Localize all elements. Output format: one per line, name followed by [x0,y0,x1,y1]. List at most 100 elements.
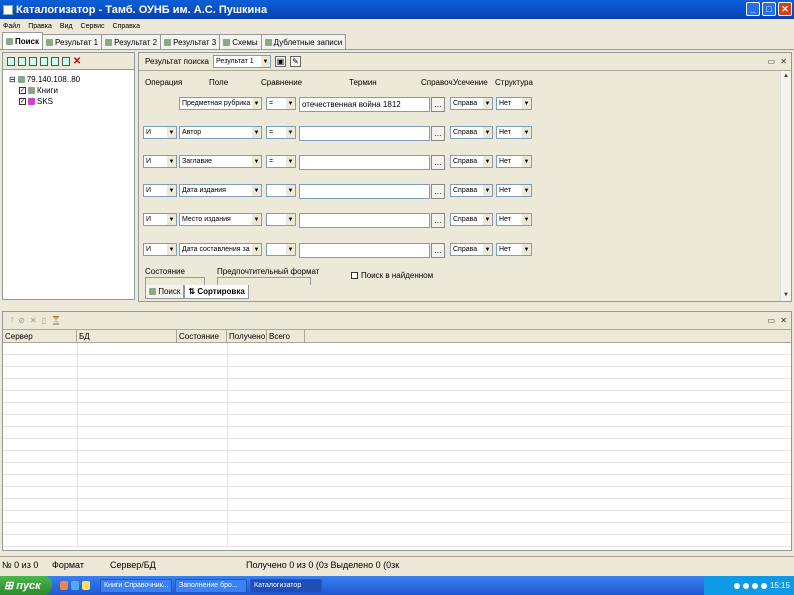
structure-select[interactable]: Нет ▼ [496,213,532,226]
compare-select[interactable]: = ▼ [266,97,296,110]
tray-icon[interactable] [742,582,749,589]
term-input[interactable] [299,155,430,170]
taskbar-item[interactable]: Книги Справочник... [100,578,172,593]
menu-edit[interactable]: Правка [28,23,52,30]
search-in-found-checkbox[interactable]: Поиск в найденном [351,271,433,280]
taskbar-item-active[interactable]: Каталогизатор [250,578,322,593]
taskbar-item[interactable]: Заполнение бро... [175,578,247,593]
tree-item-sks[interactable]: ✓ SKS [9,96,134,107]
folder-icon[interactable] [82,581,90,590]
tab-duplicates[interactable]: Дублетные записи [260,34,347,49]
checkbox[interactable]: ✓ [19,87,26,94]
operation-select[interactable]: И ▼ [143,155,177,168]
column-header-received[interactable]: Получено [227,330,267,342]
structure-select[interactable]: Нет ▼ [496,243,532,256]
book-icon[interactable] [40,56,48,66]
field-select[interactable]: Предметная рубрика ▼ [179,97,262,110]
delete-icon[interactable]: ✕ [73,56,81,67]
info-icon[interactable]: ! [11,316,13,325]
field-select[interactable]: Дата составления за ▼ [179,243,262,256]
state-select[interactable] [145,277,205,285]
operation-select[interactable]: И ▼ [143,126,177,139]
scroll-down-icon[interactable]: ▼ [781,290,791,301]
close-button[interactable]: ✕ [778,2,792,16]
tab-schemes[interactable]: Схемы [219,34,262,49]
connect-icon[interactable] [7,56,15,66]
copy-icon[interactable]: ▯ [42,316,46,325]
tray-icon[interactable] [733,582,740,589]
server-icon[interactable] [18,56,26,66]
search-run-icon[interactable]: ▣ [274,56,286,67]
column-header-total[interactable]: Всего [267,330,305,342]
restore-icon[interactable]: ▭ [767,316,775,325]
truncation-select[interactable]: Справа ▼ [450,97,493,110]
truncation-select[interactable]: Справа ▼ [450,243,493,256]
operation-select[interactable]: И ▼ [143,184,177,197]
column-header-server[interactable]: Сервер [3,330,77,342]
cancel-icon[interactable]: ✕ [30,316,37,325]
truncation-select[interactable]: Справа ▼ [450,213,493,226]
tree-item-books[interactable]: ✓ Книги [9,85,134,96]
start-button[interactable]: ⊞ пуск [0,576,52,595]
tray-icon[interactable] [751,582,758,589]
truncation-select[interactable]: Справа ▼ [450,184,493,197]
compare-select[interactable]: = ▼ [266,126,296,139]
structure-select[interactable]: Нет ▼ [496,184,532,197]
menu-view[interactable]: Вид [60,23,73,30]
truncation-select[interactable]: Справа ▼ [450,126,493,139]
menu-file[interactable]: Файл [3,23,20,30]
structure-select[interactable]: Нет ▼ [496,97,532,110]
tab-sort[interactable]: ⇅ Сортировка [184,285,249,299]
tray-icon[interactable] [760,582,767,589]
compare-select[interactable]: ▼ [266,213,296,226]
field-select[interactable]: Автор ▼ [179,126,262,139]
term-input[interactable] [299,184,430,199]
compare-select[interactable]: = ▼ [266,155,296,168]
add-database-icon[interactable] [51,56,59,66]
field-select[interactable]: Заглавие ▼ [179,155,262,168]
tab-result-3[interactable]: Результат 3 [160,34,221,49]
minimize-button[interactable]: _ [746,2,760,16]
checkbox[interactable]: ✓ [19,98,26,105]
format-select[interactable] [217,277,311,285]
term-input[interactable] [299,243,430,258]
explorer-icon[interactable] [71,581,79,590]
database-icon[interactable] [29,56,37,66]
reference-button[interactable]: … [431,155,445,170]
stop-icon[interactable]: ⊘ [18,316,25,325]
structure-select[interactable]: Нет ▼ [496,155,532,168]
structure-select[interactable]: Нет ▼ [496,126,532,139]
operation-select[interactable]: И ▼ [143,213,177,226]
tree-server-node[interactable]: ⊟ 79.140.108..80 [9,74,134,85]
operation-select[interactable]: И ▼ [143,243,177,256]
reference-button[interactable]: … [431,243,445,258]
reference-button[interactable]: … [431,213,445,228]
column-header-state[interactable]: Состояние [177,330,227,342]
browser-icon[interactable] [60,581,68,590]
term-input[interactable] [299,126,430,141]
compare-select[interactable]: ▼ [266,184,296,197]
result-select[interactable]: Результат 1 ▼ [212,55,271,68]
clear-icon[interactable]: ✎ [289,56,301,67]
reference-button[interactable]: … [431,126,445,141]
column-header-db[interactable]: БД [77,330,177,342]
tab-result-2[interactable]: Результат 2 [101,34,162,49]
scroll-up-icon[interactable]: ▲ [781,71,791,82]
term-input[interactable]: отечественная война 1812 [299,97,430,112]
tab-search-bottom[interactable]: Поиск [145,285,185,299]
tab-search[interactable]: Поиск [2,32,44,49]
properties-icon[interactable] [62,56,70,66]
menu-service[interactable]: Сервис [81,23,105,30]
maximize-button[interactable]: □ [762,2,776,16]
close-panel-icon[interactable]: ✕ [780,57,787,66]
field-select[interactable]: Дата издания ▼ [179,184,262,197]
vertical-scrollbar[interactable]: ▲ ▼ [780,71,791,301]
collapse-icon[interactable]: ⊟ [9,75,16,84]
tab-result-1[interactable]: Результат 1 [42,34,103,49]
restore-icon[interactable]: ▭ [767,57,775,66]
truncation-select[interactable]: Справа ▼ [450,155,493,168]
reference-button[interactable]: … [431,184,445,199]
menu-help[interactable]: Справка [113,23,140,30]
close-panel-icon[interactable]: ✕ [780,316,787,325]
compare-select[interactable]: ▼ [266,243,296,256]
